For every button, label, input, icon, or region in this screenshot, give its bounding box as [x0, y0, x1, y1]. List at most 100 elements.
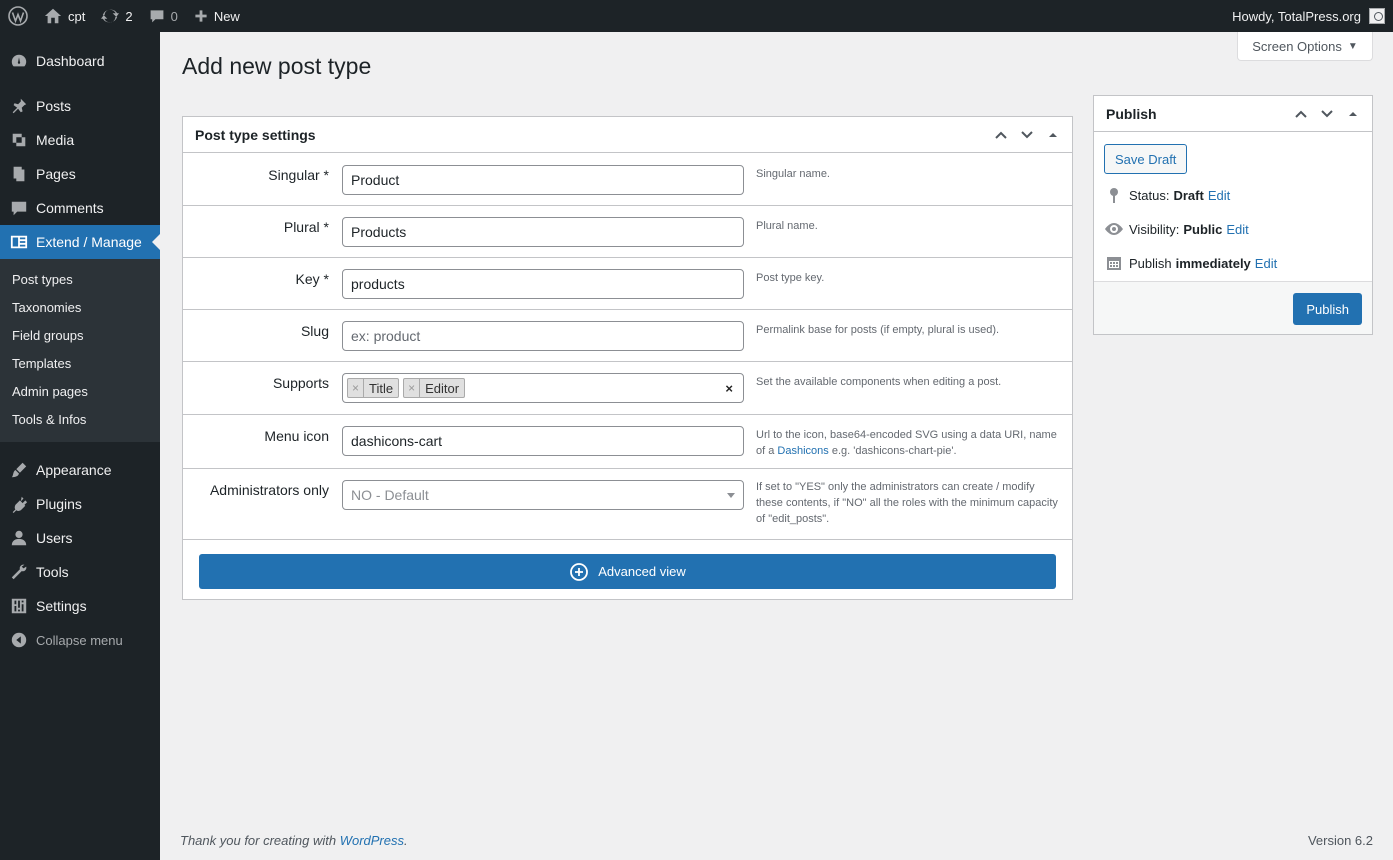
admin-bar: cpt 2 0 New Howdy, TotalPress.org: [0, 0, 1393, 32]
chevron-up-icon[interactable]: [1292, 105, 1310, 123]
save-draft-button[interactable]: Save Draft: [1104, 144, 1188, 174]
menu-item-settings[interactable]: Settings: [0, 589, 160, 623]
comment-icon: [149, 8, 165, 24]
edit-visibility-link[interactable]: Edit: [1226, 222, 1248, 237]
publish-button[interactable]: Publish: [1293, 293, 1362, 325]
page-title: Add new post type: [182, 53, 372, 79]
administrators-only-select[interactable]: NO - Default: [342, 480, 744, 510]
field-label: Menu icon: [264, 428, 329, 444]
menu-label: Settings: [36, 598, 87, 614]
menu-label: Pages: [36, 166, 76, 182]
menu-label: Dashboard: [36, 53, 105, 69]
field-label: Plural *: [283, 219, 329, 235]
edit-status-link[interactable]: Edit: [1208, 188, 1230, 203]
submenu-item-post-types[interactable]: Post types: [0, 266, 160, 294]
collapse-label: Collapse menu: [36, 632, 123, 648]
menu-item-pages[interactable]: Pages: [0, 157, 160, 191]
main-content: Screen Options ▼ Add new post type Post …: [160, 32, 1393, 860]
menu-item-users[interactable]: Users: [0, 521, 160, 555]
publish-date-row: Publish immediately Edit: [1104, 254, 1277, 272]
field-description: Url to the icon, base64-encoded SVG usin…: [756, 427, 1061, 459]
field-label: Supports: [272, 375, 329, 391]
slug-input[interactable]: ex: product: [342, 321, 744, 351]
menu-item-plugins[interactable]: Plugins: [0, 487, 160, 521]
field-description: If set to "YES" only the administrators …: [756, 481, 1058, 525]
new-content-link[interactable]: New: [186, 0, 248, 32]
remove-token-icon[interactable]: ×: [404, 379, 421, 397]
publish-actions: Publish: [1094, 281, 1372, 334]
menu-item-appearance[interactable]: Appearance: [0, 453, 160, 487]
wordpress-logo-icon[interactable]: [0, 0, 36, 32]
desc-text: e.g. 'dashicons-chart-pie'.: [831, 445, 957, 457]
key-input[interactable]: products: [342, 269, 744, 299]
submenu-item-field-groups[interactable]: Field groups: [0, 322, 160, 350]
menu-label: Posts: [36, 98, 72, 114]
screen-options-label: Screen Options: [1252, 38, 1342, 54]
field-row-supports: Supports × Title × Editor × Set the avai…: [183, 362, 1072, 415]
plural-input[interactable]: Products: [342, 217, 744, 247]
screen-options-button[interactable]: Screen Options ▼: [1237, 32, 1373, 61]
status-label: Status:: [1129, 187, 1170, 203]
field-row-singular: Singular * Product Singular name.: [183, 154, 1072, 206]
dashicons-link[interactable]: Dashicons: [777, 445, 828, 457]
post-type-settings-box: Post type settings Singular * Product Si…: [182, 116, 1073, 600]
toggle-panel-icon[interactable]: [1044, 126, 1062, 144]
footer-version: Version 6.2: [1307, 833, 1373, 848]
eye-icon: [1104, 220, 1124, 238]
chevron-up-icon[interactable]: [992, 126, 1010, 144]
menu-item-comments[interactable]: Comments: [0, 191, 160, 225]
visibility-label: Visibility:: [1129, 221, 1180, 237]
menu-label: Tools: [36, 564, 69, 580]
advanced-view-label: Advanced view: [598, 564, 686, 579]
field-row-key: Key * products Post type key.: [183, 258, 1072, 310]
menu-label: Media: [36, 132, 75, 148]
publish-label: Publish: [1129, 255, 1172, 271]
users-icon: [9, 528, 29, 548]
calendar-icon: [1104, 254, 1124, 272]
menu-icon-input[interactable]: dashicons-cart: [342, 426, 744, 456]
pin-icon: [1104, 186, 1124, 204]
wrench-icon: [9, 562, 29, 582]
postbox-title: Publish: [1106, 105, 1157, 122]
token-title: × Title: [347, 378, 400, 398]
avatar: [1369, 8, 1385, 24]
token-label: Editor: [425, 380, 460, 396]
site-name-link[interactable]: cpt: [36, 0, 93, 32]
menu-item-tools[interactable]: Tools: [0, 555, 160, 589]
chevron-down-icon[interactable]: [1318, 105, 1336, 123]
menu-item-dashboard[interactable]: Dashboard: [0, 44, 160, 78]
advanced-view-button[interactable]: Advanced view: [199, 554, 1056, 589]
visibility-row: Visibility: Public Edit: [1104, 220, 1249, 238]
wordpress-link[interactable]: WordPress: [340, 833, 404, 848]
plus-circle-icon: [569, 562, 589, 582]
comment-icon: [9, 198, 29, 218]
submenu-item-templates[interactable]: Templates: [0, 350, 160, 378]
extend-submenu: Post types Taxonomies Field groups Templ…: [0, 259, 160, 442]
menu-item-media[interactable]: Media: [0, 123, 160, 157]
supports-multiselect[interactable]: × Title × Editor ×: [342, 373, 744, 403]
collapse-menu-button[interactable]: Collapse menu: [0, 623, 160, 657]
chevron-down-icon[interactable]: [1018, 126, 1036, 144]
admin-sidebar: Dashboard Posts Media Pages Comments Ext…: [0, 32, 160, 860]
submenu-item-tools-infos[interactable]: Tools & Infos: [0, 406, 160, 434]
visibility-value: Public: [1183, 221, 1223, 237]
field-row-slug: Slug ex: product Permalink base for post…: [183, 310, 1072, 362]
remove-token-icon[interactable]: ×: [348, 379, 364, 397]
toggle-panel-icon[interactable]: [1344, 105, 1362, 123]
edit-publish-date-link[interactable]: Edit: [1255, 256, 1277, 271]
submenu-item-taxonomies[interactable]: Taxonomies: [0, 294, 160, 322]
menu-item-posts[interactable]: Posts: [0, 89, 160, 123]
field-label: Slug: [300, 323, 329, 339]
new-label: New: [213, 8, 240, 24]
updates-link[interactable]: 2: [93, 0, 140, 32]
singular-input[interactable]: Product: [342, 165, 744, 195]
site-name-label: cpt: [68, 8, 86, 24]
field-description: Plural name.: [756, 220, 818, 232]
clear-all-icon[interactable]: ×: [725, 381, 733, 396]
submenu-item-admin-pages[interactable]: Admin pages: [0, 378, 160, 406]
menu-item-extend-manage[interactable]: Extend / Manage: [0, 225, 160, 259]
menu-label: Plugins: [36, 496, 82, 512]
pushpin-icon: [9, 96, 29, 116]
account-menu[interactable]: Howdy, TotalPress.org: [1232, 8, 1393, 24]
comments-link[interactable]: 0: [141, 0, 186, 32]
